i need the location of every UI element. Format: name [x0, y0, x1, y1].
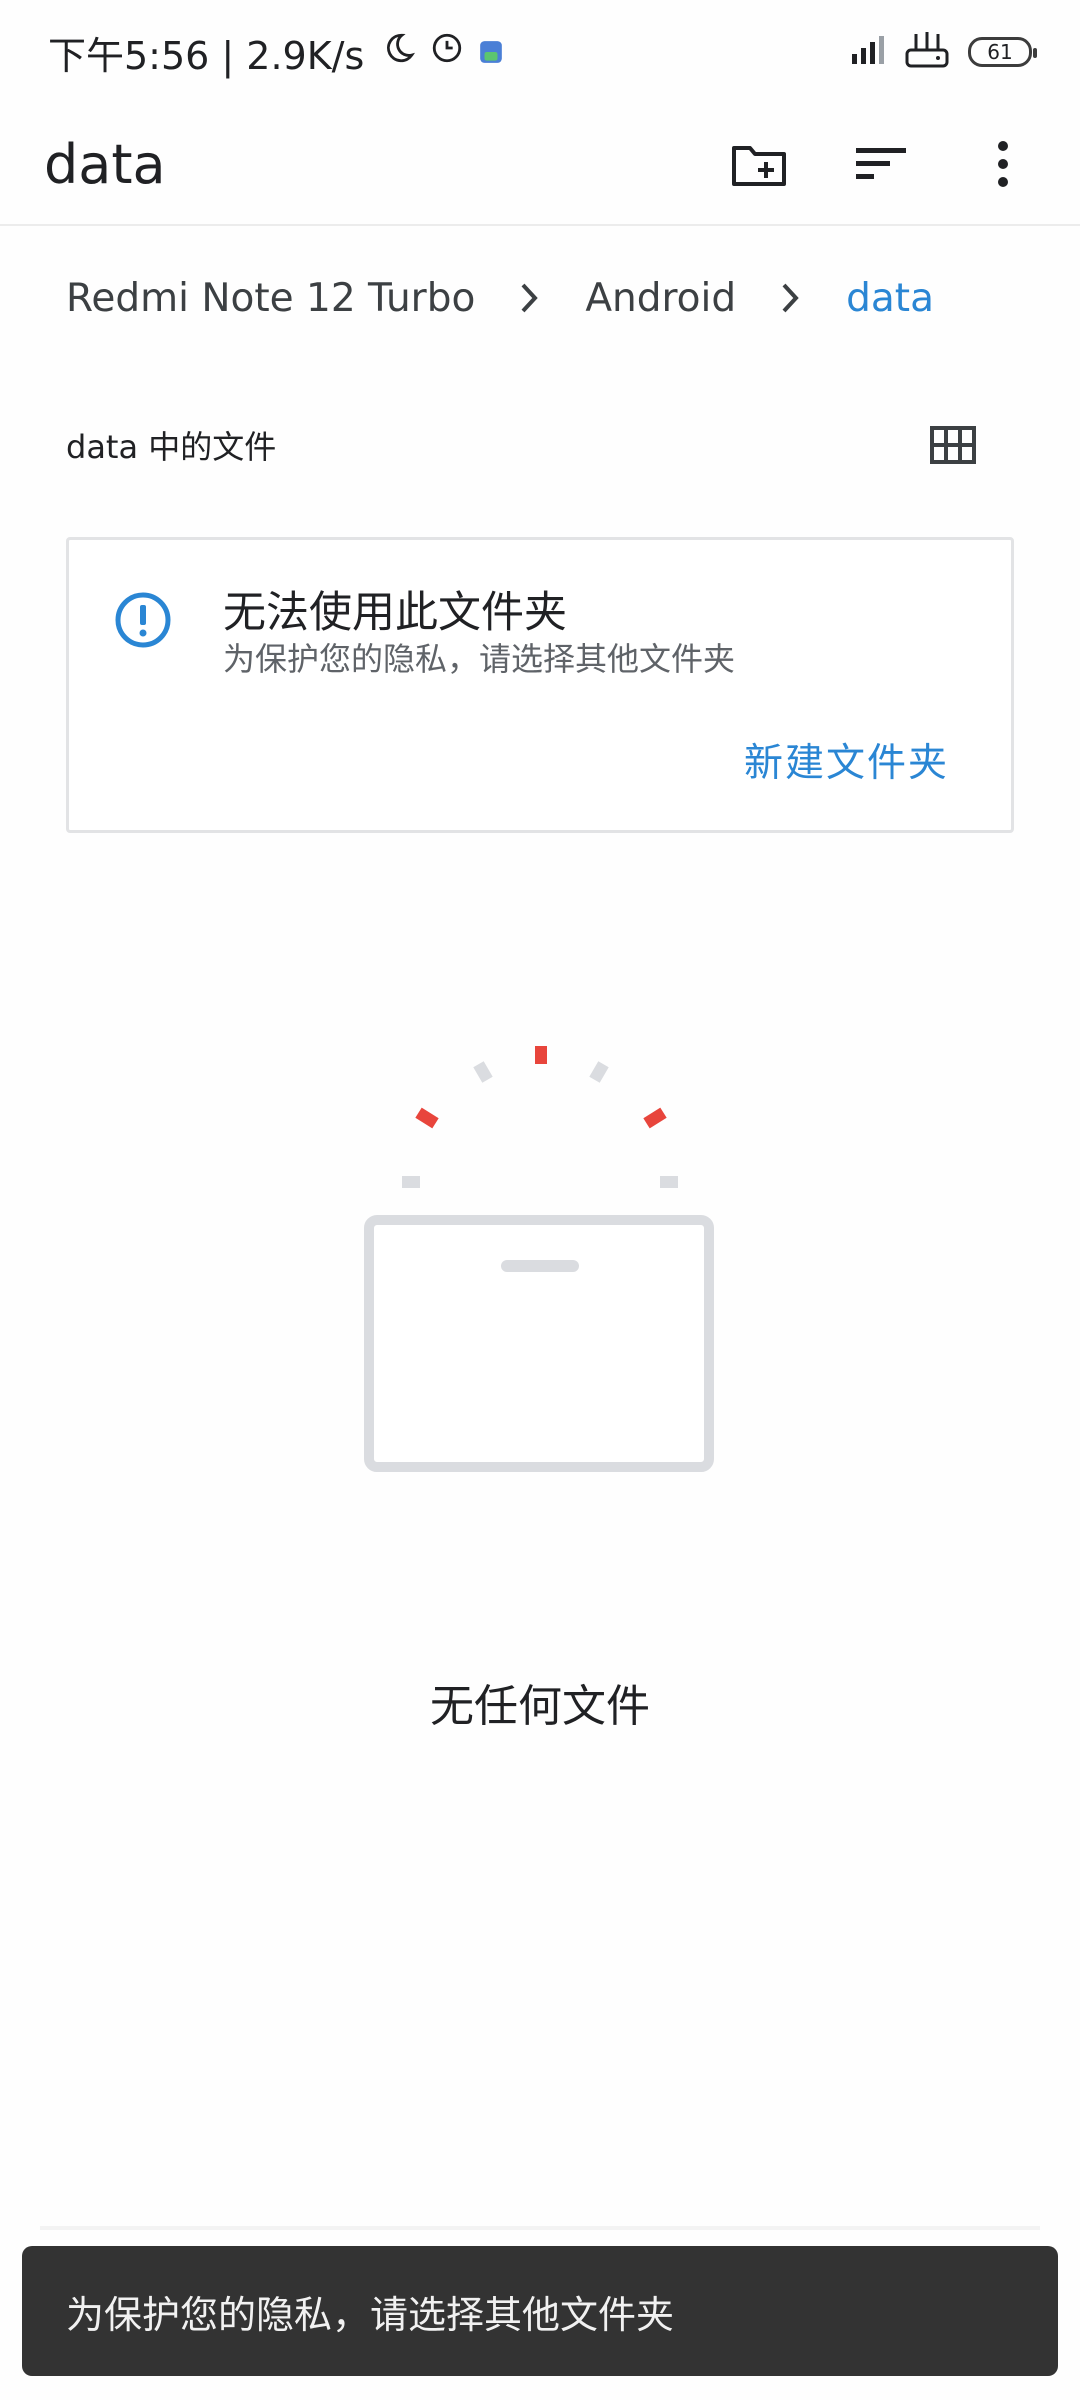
app-notification-icon — [478, 30, 504, 74]
status-icons-left — [382, 30, 504, 74]
grid-view-toggle-button[interactable] — [920, 412, 986, 478]
status-right: 61 — [850, 30, 1037, 74]
alarm-clock-icon — [430, 30, 464, 74]
new-folder-button[interactable] — [726, 131, 792, 197]
chevron-right-icon — [519, 281, 541, 315]
screen: 下午5:56 | 2.9K/s 61 data Redmi Note 12 Tu… — [0, 0, 1080, 2400]
sort-button[interactable] — [848, 131, 914, 197]
status-left: 下午5:56 | 2.9K/s — [48, 25, 504, 80]
breadcrumb-item-android[interactable]: Android — [585, 276, 736, 321]
empty-folder-illustration — [360, 1030, 720, 1480]
more-options-button[interactable] — [970, 131, 1036, 197]
info-alert-icon — [113, 590, 173, 654]
snackbar: 为保护您的隐私，请选择其他文件夹 — [22, 2246, 1058, 2376]
signal-icon — [850, 34, 886, 70]
sparkle-dash — [415, 1107, 439, 1129]
sparkle-dash — [589, 1061, 609, 1083]
sort-icon — [856, 148, 906, 179]
snackbar-shadow — [40, 2226, 1040, 2230]
empty-box — [364, 1215, 714, 1472]
chevron-right-icon — [780, 281, 802, 315]
sparkle-dash — [535, 1046, 547, 1064]
cannot-use-folder-card: 无法使用此文件夹 为保护您的隐私，请选择其他文件夹 新建文件夹 — [66, 537, 1014, 833]
box-slot — [501, 1260, 579, 1272]
new-folder-action-button[interactable]: 新建文件夹 — [744, 732, 949, 788]
card-subtitle: 为保护您的隐私，请选择其他文件夹 — [223, 640, 736, 678]
grid-view-icon — [930, 426, 976, 464]
app-bar-actions — [726, 131, 1036, 197]
card-title: 无法使用此文件夹 — [223, 588, 567, 638]
breadcrumb-item-data[interactable]: data — [846, 276, 934, 321]
sparkle-dash — [660, 1176, 678, 1188]
app-bar: data — [0, 104, 1080, 226]
router-wifi-icon — [904, 30, 950, 74]
status-time-speed: 下午5:56 | 2.9K/s — [48, 33, 365, 78]
moon-icon — [382, 30, 416, 74]
breadcrumb-item-device[interactable]: Redmi Note 12 Turbo — [66, 276, 475, 321]
snackbar-message: 为保护您的隐私，请选择其他文件夹 — [66, 2292, 675, 2337]
section-header: data 中的文件 — [66, 410, 986, 480]
sparkle-dash — [643, 1107, 667, 1129]
sparkle-dash — [473, 1061, 493, 1083]
breadcrumb: Redmi Note 12 Turbo Android data — [66, 258, 934, 338]
sparkle-dash — [402, 1176, 420, 1188]
empty-state-text: 无任何文件 — [430, 1681, 650, 1732]
more-vertical-icon — [998, 141, 1008, 187]
section-title: data 中的文件 — [66, 428, 277, 466]
page-title: data — [44, 132, 166, 196]
status-bar: 下午5:56 | 2.9K/s 61 — [0, 0, 1080, 104]
create-new-folder-icon — [732, 146, 786, 186]
battery-indicator: 61 — [968, 37, 1037, 67]
